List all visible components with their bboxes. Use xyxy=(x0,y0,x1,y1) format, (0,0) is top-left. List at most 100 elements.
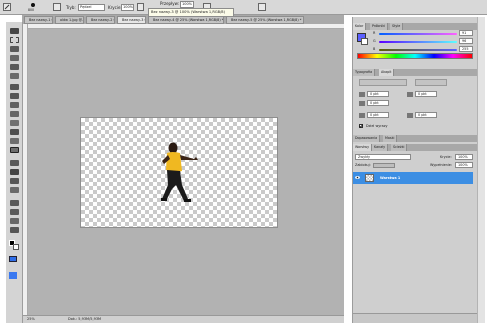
brush-panel-toggle-icon[interactable] xyxy=(53,3,61,11)
quick-mask-icon[interactable] xyxy=(9,256,17,262)
visibility-eye-icon[interactable] xyxy=(355,175,360,180)
options-bar: 800 Tryb: Pędzel Krycie: 100% Przepływ: … xyxy=(0,0,487,15)
screen-mode-icon[interactable] xyxy=(9,272,17,279)
blue-label: B xyxy=(373,47,376,51)
tab-paragraph[interactable]: Akapit xyxy=(379,69,395,76)
doc-tab[interactable]: oldw 1.jpg @... xyxy=(55,16,84,24)
brush-size-picker[interactable]: 800 xyxy=(28,2,38,13)
marquee-tool-icon[interactable] xyxy=(10,37,19,43)
justify-buttons[interactable] xyxy=(415,79,447,86)
opacity-label: Krycie: xyxy=(108,5,122,10)
brush-tool-preset-icon[interactable] xyxy=(3,3,11,11)
shape-tool-icon[interactable] xyxy=(10,187,19,193)
space-before-icon xyxy=(359,113,365,118)
type-tool-icon[interactable] xyxy=(10,169,19,175)
mode-label: Tryb: xyxy=(66,5,76,10)
document-size-info: Dok.: 5,93M/5,93M xyxy=(68,317,102,321)
path-selection-tool-icon[interactable] xyxy=(10,178,19,184)
indent-right-input[interactable]: 0 pkt xyxy=(415,91,437,97)
tab-adjustments[interactable]: Dopasowania xyxy=(353,135,381,142)
layer-row-selected[interactable]: Warstwa 1 xyxy=(353,172,473,184)
brush-tool-icon[interactable] xyxy=(10,93,19,99)
panel-scrollbar[interactable] xyxy=(477,17,485,323)
hyphenation-label: Dziel wyrazy xyxy=(366,124,388,128)
hand-tool-icon[interactable] xyxy=(10,218,19,224)
pen-tool-icon[interactable] xyxy=(10,160,19,166)
tab-color[interactable]: Kolor xyxy=(353,23,367,30)
first-line-indent-input[interactable]: 0 pkt xyxy=(367,100,389,106)
doc-tab-active[interactable]: Bez nazwy-3 @... xyxy=(117,16,146,24)
layer-opacity-label: Krycie: xyxy=(440,155,452,159)
dodge-tool-icon[interactable] xyxy=(10,147,19,153)
alignment-buttons[interactable] xyxy=(359,79,407,86)
brush-size-value: 800 xyxy=(28,8,35,12)
blend-mode-select[interactable]: Zwykły xyxy=(355,154,411,160)
background-color-swatch[interactable] xyxy=(13,244,19,250)
color-panel-tabs: Kolor Próbniki Style xyxy=(353,23,478,30)
document-tooltip: Bez nazwy-3 @ 100% (Warstwa 1,RGB/8) xyxy=(148,8,234,17)
space-after-input[interactable]: 0 pkt xyxy=(415,112,437,118)
lock-buttons[interactable] xyxy=(373,163,395,168)
green-slider[interactable] xyxy=(379,41,457,43)
tab-paths[interactable]: Ścieżki xyxy=(391,144,408,151)
doc-tab[interactable]: Bez nazwy-2 @... xyxy=(86,16,115,24)
doc-tab[interactable]: Bez nazwy-4 @ 25% (Warstwa 1,RGB/8) * xyxy=(148,16,224,24)
vertical-ruler xyxy=(23,24,28,315)
tools-panel xyxy=(6,22,23,323)
background-color-chip[interactable] xyxy=(361,38,368,45)
horizontal-ruler xyxy=(23,24,344,29)
layer-name[interactable]: Warstwa 1 xyxy=(380,176,400,180)
green-value-input[interactable]: 96 xyxy=(459,38,473,44)
quick-selection-tool-icon[interactable] xyxy=(10,55,19,61)
tab-swatches[interactable]: Próbniki xyxy=(370,23,389,30)
pressure-size-icon[interactable] xyxy=(258,3,266,11)
mode-select[interactable]: Pędzel xyxy=(78,4,105,11)
space-before-input[interactable]: 0 pkt xyxy=(367,112,389,118)
clone-stamp-tool-icon[interactable] xyxy=(10,102,19,108)
blur-tool-icon[interactable] xyxy=(10,138,19,144)
zoom-tool-icon[interactable] xyxy=(10,227,19,233)
tab-channels[interactable]: Kanały xyxy=(372,144,389,151)
red-label: R xyxy=(373,31,376,35)
adjustments-panel-tabs: Dopasowania Maski xyxy=(353,135,478,142)
doc-tab[interactable]: Bez nazwy-1 @... xyxy=(24,16,53,24)
fill-input[interactable]: 100% xyxy=(455,162,473,168)
history-brush-tool-icon[interactable] xyxy=(10,111,19,117)
tab-layers[interactable]: Warstwy xyxy=(353,144,373,151)
eraser-tool-icon[interactable] xyxy=(10,120,19,126)
first-line-indent-icon xyxy=(359,101,365,106)
document-canvas[interactable] xyxy=(80,117,278,228)
layer-opacity-input[interactable]: 100% xyxy=(455,154,473,160)
tab-character[interactable]: Typografia xyxy=(353,69,376,76)
3d-camera-tool-icon[interactable] xyxy=(10,209,19,215)
tab-masks[interactable]: Maski xyxy=(383,135,398,142)
red-value-input[interactable]: 91 xyxy=(459,30,473,36)
hyphenation-checkbox[interactable] xyxy=(359,124,363,128)
doc-tab[interactable]: Bez nazwy-5 @ 25% (Warstwa 1,RGB/8) * xyxy=(226,16,304,24)
indent-left-icon xyxy=(359,92,365,97)
red-slider[interactable] xyxy=(379,33,457,35)
indent-right-icon xyxy=(407,92,413,97)
blue-slider[interactable] xyxy=(379,49,457,51)
paragraph-panel-tabs: Typografia Akapit xyxy=(353,69,478,76)
indent-left-input[interactable]: 0 pkt xyxy=(367,91,389,97)
gradient-tool-icon[interactable] xyxy=(10,129,19,135)
healing-brush-tool-icon[interactable] xyxy=(10,84,19,90)
flow-input[interactable]: 100% xyxy=(180,1,194,8)
pressure-opacity-icon[interactable] xyxy=(137,3,144,11)
flow-label: Przepływ: xyxy=(160,1,179,6)
move-tool-icon[interactable] xyxy=(10,28,19,34)
space-after-icon xyxy=(407,113,413,118)
layers-footer-buttons[interactable] xyxy=(353,313,478,323)
status-bar: 25% Dok.: 5,93M/5,93M xyxy=(23,315,344,323)
zoom-level[interactable]: 25% xyxy=(27,316,35,323)
lasso-tool-icon[interactable] xyxy=(10,46,19,52)
3d-rotate-tool-icon[interactable] xyxy=(10,200,19,206)
color-spectrum-bar[interactable] xyxy=(357,53,473,59)
blue-value-input[interactable]: 255 xyxy=(459,46,473,52)
opacity-input[interactable]: 100% xyxy=(121,4,134,11)
crop-tool-icon[interactable] xyxy=(10,64,19,70)
tab-styles[interactable]: Style xyxy=(390,23,404,30)
layers-panel-tabs: Warstwy Kanały Ścieżki xyxy=(353,144,478,151)
eyedropper-tool-icon[interactable] xyxy=(10,73,19,79)
